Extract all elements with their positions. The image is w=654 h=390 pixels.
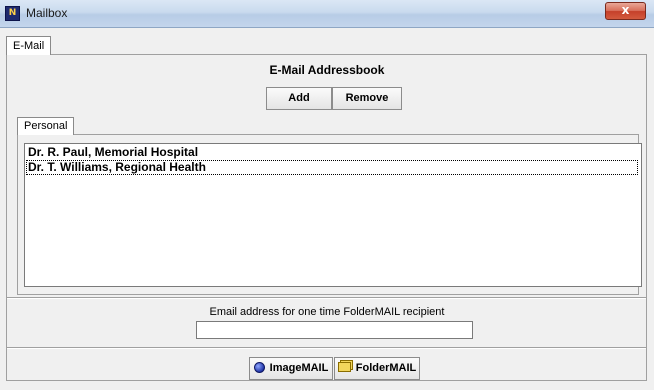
close-button[interactable]: x — [605, 2, 646, 20]
divider — [7, 297, 646, 299]
globe-icon — [253, 361, 265, 373]
recipient-email-field[interactable] — [196, 321, 473, 339]
list-item[interactable]: Dr. T. Williams, Regional Health — [26, 160, 638, 175]
close-icon: x — [621, 3, 630, 17]
imagemail-button[interactable]: ImageMAIL — [249, 357, 333, 380]
title-bar[interactable]: N Mailbox x — [0, 0, 654, 28]
list-item[interactable]: Dr. R. Paul, Memorial Hospital — [28, 145, 198, 160]
recipient-label: Email address for one time FolderMAIL re… — [209, 306, 445, 318]
remove-button[interactable]: Remove — [332, 87, 402, 110]
divider — [7, 347, 646, 349]
tab-email[interactable]: E-Mail — [6, 36, 52, 55]
mailbox-window: N Mailbox x E-Mail E-Mail Addressbook Ad… — [0, 0, 654, 390]
window-title: Mailbox — [26, 6, 68, 20]
foldermail-button[interactable]: FolderMAIL — [334, 357, 420, 380]
tab-personal[interactable]: Personal — [17, 117, 75, 135]
foldermail-label: FolderMAIL — [355, 362, 417, 374]
address-list[interactable]: Dr. R. Paul, Memorial Hospital Dr. T. Wi… — [24, 143, 642, 287]
add-button[interactable]: Add — [266, 87, 332, 110]
app-logo-icon: N — [5, 6, 20, 21]
folder-icon — [337, 362, 351, 373]
imagemail-label: ImageMAIL — [269, 362, 329, 374]
addressbook-heading: E-Mail Addressbook — [269, 63, 385, 77]
